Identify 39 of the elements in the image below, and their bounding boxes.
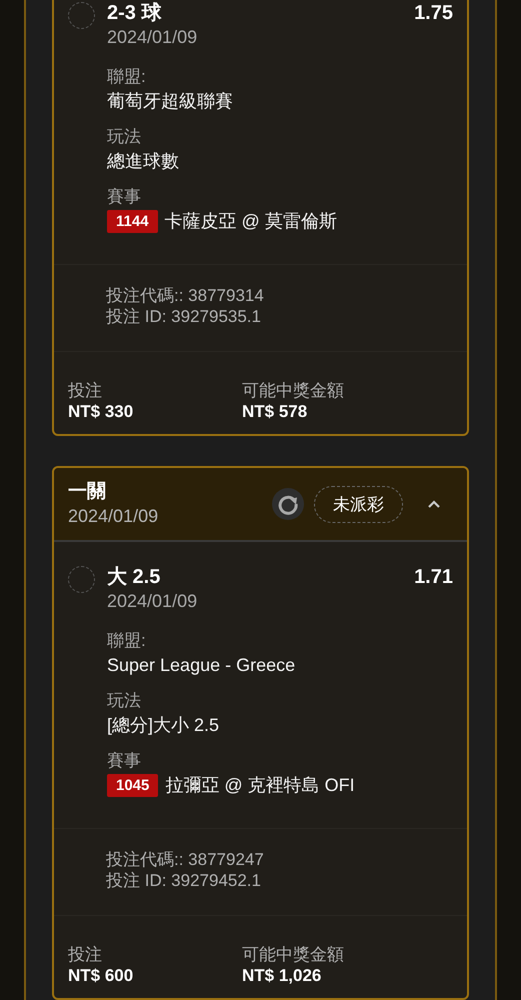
- bet-id: 投注 ID: 39279535.1: [106, 306, 262, 327]
- payout-label: 可能中獎金額: [242, 380, 345, 401]
- event-id-badge: 1045: [107, 774, 158, 797]
- market-label: 玩法: [107, 126, 142, 148]
- market-name: [總分]大小 2.5: [107, 714, 220, 737]
- league-name: Super League - Greece: [107, 654, 296, 677]
- refresh-icon[interactable]: [272, 488, 304, 520]
- radio-circle[interactable]: [68, 566, 95, 593]
- ticket-code: 投注代碼:: 38779247: [106, 849, 265, 870]
- bet-date: 2024/01/09: [68, 505, 160, 528]
- event-label: 賽事: [107, 750, 142, 772]
- stake-amount: NT$ 330: [68, 401, 134, 422]
- payout-amount: NT$ 578: [242, 401, 308, 422]
- stake-label: 投注: [68, 944, 103, 965]
- bet-type-title: 一關: [68, 480, 107, 504]
- selection-date: 2024/01/09: [107, 26, 198, 48]
- stake-label: 投注: [68, 380, 103, 401]
- payout-label: 可能中獎金額: [242, 944, 345, 965]
- event-id-badge: 1144: [107, 210, 158, 233]
- bet-id: 投注 ID: 39279452.1: [106, 870, 262, 891]
- ticket-code: 投注代碼:: 38779314: [106, 285, 265, 306]
- league-name: 葡萄牙超級聯賽: [107, 90, 234, 113]
- league-label: 聯盟:: [107, 630, 147, 652]
- payout-amount: NT$ 1,026: [242, 965, 322, 986]
- odds: 1.75: [414, 1, 453, 26]
- radio-circle[interactable]: [68, 2, 95, 29]
- odds: 1.71: [414, 565, 453, 590]
- league-label: 聯盟:: [107, 66, 147, 88]
- event-label: 賽事: [107, 186, 142, 208]
- stake-amount: NT$ 600: [68, 965, 134, 986]
- status-badge: 未派彩: [314, 486, 403, 522]
- event-name: 卡薩皮亞 @ 莫雷倫斯: [164, 210, 337, 233]
- market-label: 玩法: [107, 690, 142, 712]
- market-name: 總進球數: [107, 150, 180, 173]
- selection-name: 2-3 球: [107, 1, 162, 26]
- caret-icon[interactable]: [427, 499, 441, 509]
- selection-date: 2024/01/09: [107, 590, 198, 612]
- event-name: 拉彌亞 @ 克裡特島 OFI: [165, 774, 355, 797]
- selection-name: 大 2.5: [107, 565, 160, 590]
